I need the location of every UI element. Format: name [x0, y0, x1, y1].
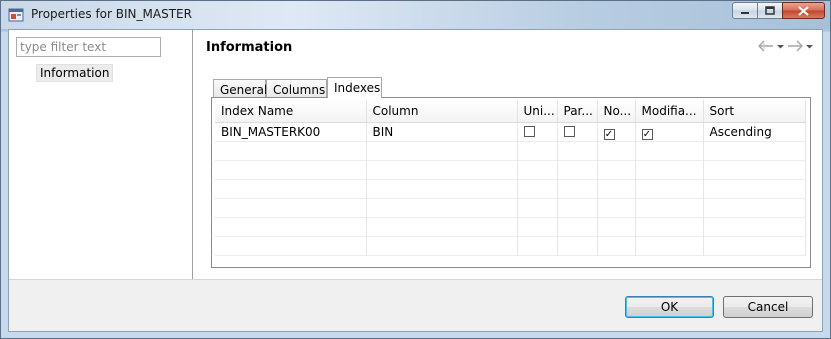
title-bar[interactable]: Properties for BIN_MASTER: [1, 1, 830, 29]
table-row: [215, 160, 806, 180]
minimize-icon: [741, 11, 749, 14]
table-row: [215, 236, 806, 256]
properties-dialog: Properties for BIN_MASTER Information In…: [0, 0, 831, 339]
cancel-button[interactable]: Cancel: [723, 296, 813, 318]
column-header-partition[interactable]: Par...: [557, 100, 598, 123]
ok-button[interactable]: OK: [625, 296, 714, 318]
partition-checkbox[interactable]: [563, 126, 575, 137]
column-header-sort[interactable]: Sort: [703, 100, 806, 123]
forward-arrow-icon[interactable]: [787, 40, 803, 52]
modifiable-checkbox[interactable]: ✓: [641, 128, 653, 140]
tab-indexes[interactable]: Indexes: [327, 77, 382, 98]
column-header-column[interactable]: Column: [366, 100, 518, 123]
sort-cell[interactable]: Ascending: [703, 122, 806, 142]
table-row: [215, 198, 806, 218]
tab-general[interactable]: General: [213, 79, 267, 97]
app-icon: [8, 8, 24, 22]
unique-checkbox[interactable]: [523, 126, 535, 137]
button-bar: OK Cancel: [9, 279, 822, 332]
index-name-cell[interactable]: BIN_MASTERK00: [215, 122, 367, 142]
property-page: Information General Columns Indexes Inde…: [193, 30, 822, 279]
not-null-cell: ✓: [597, 122, 636, 142]
page-title: Information: [206, 40, 293, 55]
table-header-row: Index Name Column Uni... Par... No... Mo…: [215, 100, 806, 123]
maximize-icon: [765, 6, 775, 15]
filter-input[interactable]: [20, 39, 158, 55]
back-dropdown-icon[interactable]: [776, 40, 785, 52]
window-title: Properties for BIN_MASTER: [31, 7, 192, 21]
forward-dropdown-icon[interactable]: [805, 40, 814, 52]
history-nav: [758, 40, 814, 52]
close-button[interactable]: [782, 2, 825, 19]
partition-cell: [557, 122, 598, 142]
indexes-table: Index Name Column Uni... Par... No... Mo…: [215, 100, 806, 256]
dialog-content: Information Information General Columns …: [8, 29, 823, 332]
minimize-button[interactable]: [732, 2, 758, 19]
filter-field[interactable]: [16, 37, 161, 57]
column-cell[interactable]: BIN: [366, 122, 518, 142]
modifiable-cell: ✓: [635, 122, 704, 142]
tab-columns[interactable]: Columns: [266, 79, 327, 97]
column-header-unique[interactable]: Uni...: [517, 100, 558, 123]
column-header-index-name[interactable]: Index Name: [215, 100, 367, 123]
table-row: [215, 141, 806, 161]
table-row: [215, 179, 806, 199]
back-arrow-icon[interactable]: [758, 40, 774, 52]
column-header-not-null[interactable]: No...: [597, 100, 636, 123]
indexes-table-frame: Index Name Column Uni... Par... No... Mo…: [211, 97, 811, 268]
maximize-button[interactable]: [757, 2, 783, 19]
navigation-pane: Information: [9, 30, 193, 279]
table-row: [215, 217, 806, 237]
table-row[interactable]: BIN_MASTERK00 BIN ✓ ✓ Ascending: [215, 122, 806, 142]
unique-cell: [517, 122, 558, 142]
column-header-modifiable[interactable]: Modifia...: [635, 100, 704, 123]
tree-item-information[interactable]: Information: [36, 64, 114, 82]
close-icon: [798, 5, 809, 16]
not-null-checkbox[interactable]: ✓: [603, 128, 615, 140]
